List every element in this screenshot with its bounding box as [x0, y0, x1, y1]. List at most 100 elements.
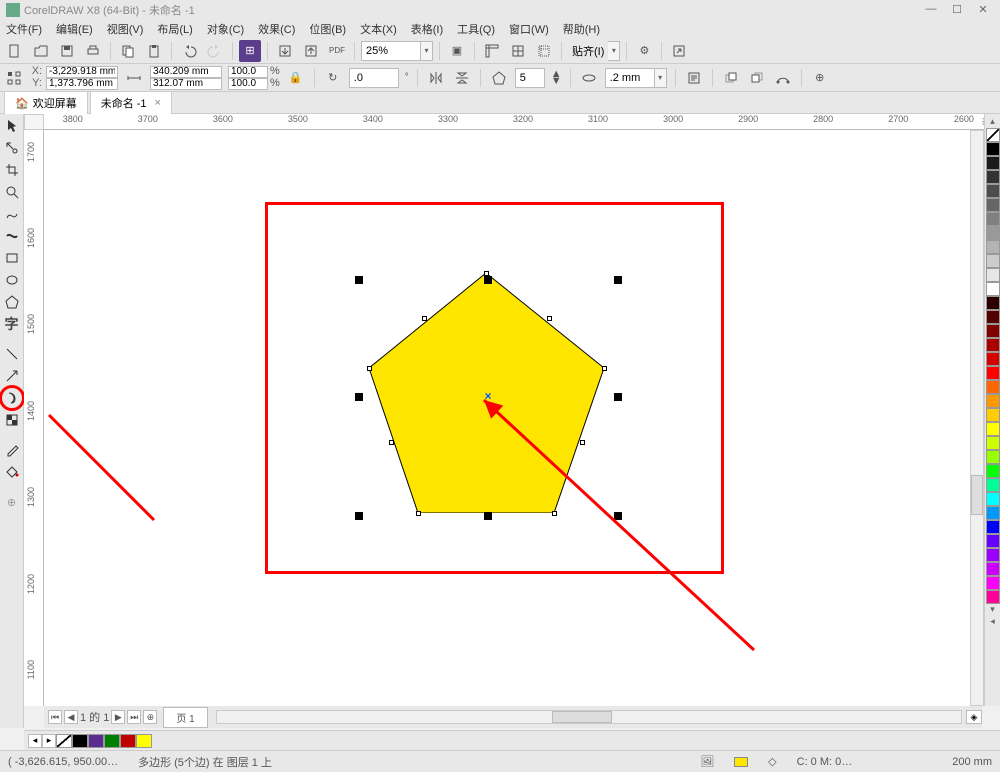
- show-grid-button[interactable]: [507, 40, 529, 62]
- horizontal-scrollbar-thumb[interactable]: [552, 711, 612, 723]
- palette-swatch[interactable]: [986, 240, 1000, 254]
- mirror-v-icon[interactable]: [452, 68, 472, 88]
- connector-tool[interactable]: [2, 366, 22, 386]
- menu-tools[interactable]: 工具(Q): [457, 21, 495, 37]
- menu-effects[interactable]: 效果(C): [258, 21, 295, 37]
- doc-swatch-none[interactable]: [56, 734, 72, 748]
- minimize-button[interactable]: —: [920, 3, 942, 17]
- height-input[interactable]: [150, 78, 222, 90]
- export-button[interactable]: [300, 40, 322, 62]
- palette-swatch[interactable]: [986, 548, 1000, 562]
- palette-swatch[interactable]: [986, 394, 1000, 408]
- sides-down[interactable]: ▼: [551, 78, 562, 85]
- vertical-scrollbar-thumb[interactable]: [971, 475, 983, 515]
- palette-swatch[interactable]: [986, 380, 1000, 394]
- tab-close-icon[interactable]: ×: [155, 97, 161, 109]
- polygon-edge-node[interactable]: [389, 440, 394, 445]
- snap-dropdown[interactable]: ▾: [608, 41, 620, 61]
- palette-swatch[interactable]: [986, 170, 1000, 184]
- polygon-node[interactable]: [484, 271, 489, 276]
- ruler-origin[interactable]: [24, 114, 44, 130]
- menu-text[interactable]: 文本(X): [360, 21, 397, 37]
- search-button[interactable]: ⊞: [239, 40, 261, 62]
- palette-swatch[interactable]: [986, 156, 1000, 170]
- palette-swatch[interactable]: [986, 254, 1000, 268]
- polygon-node[interactable]: [367, 366, 372, 371]
- selection-handle-bm[interactable]: [484, 512, 492, 520]
- quick-customize-icon[interactable]: ⊕: [810, 68, 830, 88]
- selection-handle-br[interactable]: [614, 512, 622, 520]
- eyedropper-tool[interactable]: [2, 440, 22, 460]
- pick-tool[interactable]: [2, 116, 22, 136]
- menu-object[interactable]: 对象(C): [207, 21, 244, 37]
- quick-customize-toolbox[interactable]: ⊕: [2, 492, 22, 512]
- menu-view[interactable]: 视图(V): [107, 21, 144, 37]
- doc-palette-next[interactable]: ▸: [42, 734, 56, 748]
- selection-center[interactable]: ×: [484, 392, 492, 400]
- to-back-icon[interactable]: [747, 68, 767, 88]
- vertical-scrollbar[interactable]: [970, 130, 984, 706]
- palette-swatch[interactable]: [986, 478, 1000, 492]
- x-input[interactable]: [46, 66, 118, 78]
- palette-scroll-up[interactable]: ▴: [986, 116, 1000, 128]
- drop-shadow-tool[interactable]: [2, 388, 22, 408]
- doc-palette-swatch[interactable]: [88, 734, 104, 748]
- palette-swatch[interactable]: [986, 268, 1000, 282]
- convert-curves-icon[interactable]: [773, 68, 793, 88]
- page-prev[interactable]: ◀: [64, 710, 78, 724]
- transparency-tool[interactable]: [2, 410, 22, 430]
- palette-swatch[interactable]: [986, 282, 1000, 296]
- palette-swatch[interactable]: [986, 198, 1000, 212]
- ellipse-tool[interactable]: [2, 270, 22, 290]
- width-input[interactable]: [150, 66, 222, 78]
- page-add[interactable]: ⊕: [143, 710, 157, 724]
- palette-swatch[interactable]: [986, 184, 1000, 198]
- menu-window[interactable]: 窗口(W): [509, 21, 549, 37]
- menu-table[interactable]: 表格(I): [411, 21, 443, 37]
- mirror-h-icon[interactable]: [426, 68, 446, 88]
- freehand-tool[interactable]: [2, 204, 22, 224]
- selection-handle-mr[interactable]: [614, 393, 622, 401]
- horizontal-scrollbar[interactable]: [216, 710, 962, 724]
- outline-width-dropdown[interactable]: ▾: [655, 68, 667, 88]
- rectangle-tool[interactable]: [2, 248, 22, 268]
- canvas[interactable]: ×: [44, 130, 982, 706]
- palette-swatch[interactable]: [986, 324, 1000, 338]
- palette-swatch[interactable]: [986, 492, 1000, 506]
- palette-swatch[interactable]: [986, 310, 1000, 324]
- doc-palette-prev[interactable]: ◂: [28, 734, 42, 748]
- undo-button[interactable]: [178, 40, 200, 62]
- snap-label[interactable]: 贴齐(I): [568, 43, 608, 59]
- save-button[interactable]: [56, 40, 78, 62]
- horizontal-ruler[interactable]: 3800 3700 3600 3500 3400 3300 3200 3100 …: [44, 114, 982, 130]
- doc-palette-swatch[interactable]: [104, 734, 120, 748]
- menu-layout[interactable]: 布局(L): [157, 21, 192, 37]
- palette-swatch[interactable]: [986, 296, 1000, 310]
- show-guides-button[interactable]: [533, 40, 555, 62]
- doc-palette-swatch[interactable]: [136, 734, 152, 748]
- status-fill-swatch[interactable]: [734, 757, 748, 767]
- palette-swatch[interactable]: [986, 142, 1000, 156]
- vertical-ruler[interactable]: 1700 1600 1500 1400 1300 1200 1100: [24, 130, 44, 706]
- page-last[interactable]: ⏭: [127, 710, 141, 724]
- palette-swatch-none[interactable]: [986, 128, 1000, 142]
- palette-swatch[interactable]: [986, 366, 1000, 380]
- dimension-tool[interactable]: [2, 344, 22, 364]
- palette-swatch[interactable]: [986, 338, 1000, 352]
- polygon-node[interactable]: [552, 511, 557, 516]
- polygon-sides-input[interactable]: [515, 68, 545, 88]
- open-button[interactable]: [30, 40, 52, 62]
- palette-swatch[interactable]: [986, 212, 1000, 226]
- selection-handle-tl[interactable]: [355, 276, 363, 284]
- menu-help[interactable]: 帮助(H): [563, 21, 600, 37]
- polygon-edge-node[interactable]: [580, 440, 585, 445]
- show-rulers-button[interactable]: [481, 40, 503, 62]
- wrap-text-icon[interactable]: [684, 68, 704, 88]
- fullscreen-button[interactable]: ▣: [446, 40, 468, 62]
- redo-button[interactable]: [204, 40, 226, 62]
- outline-width-input[interactable]: [605, 68, 655, 88]
- zoom-tool[interactable]: [2, 182, 22, 202]
- maximize-button[interactable]: ☐: [946, 3, 968, 17]
- crop-tool[interactable]: [2, 160, 22, 180]
- navigator-button[interactable]: ◈: [966, 710, 982, 724]
